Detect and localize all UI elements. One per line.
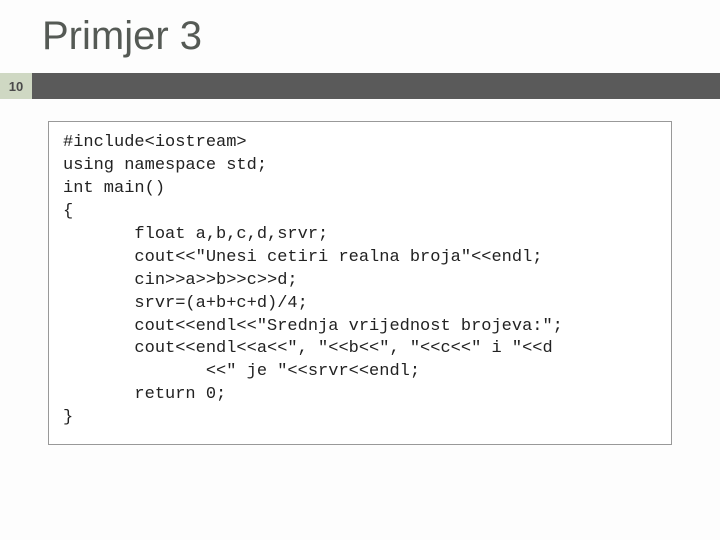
code-block: #include<iostream> using namespace std; … xyxy=(48,121,672,445)
page-number-badge: 10 xyxy=(0,73,32,99)
accent-bar-fill xyxy=(32,73,720,99)
slide: Primjer 3 10 #include<iostream> using na… xyxy=(0,0,720,540)
accent-bar: 10 xyxy=(0,73,720,99)
slide-title: Primjer 3 xyxy=(42,14,720,59)
